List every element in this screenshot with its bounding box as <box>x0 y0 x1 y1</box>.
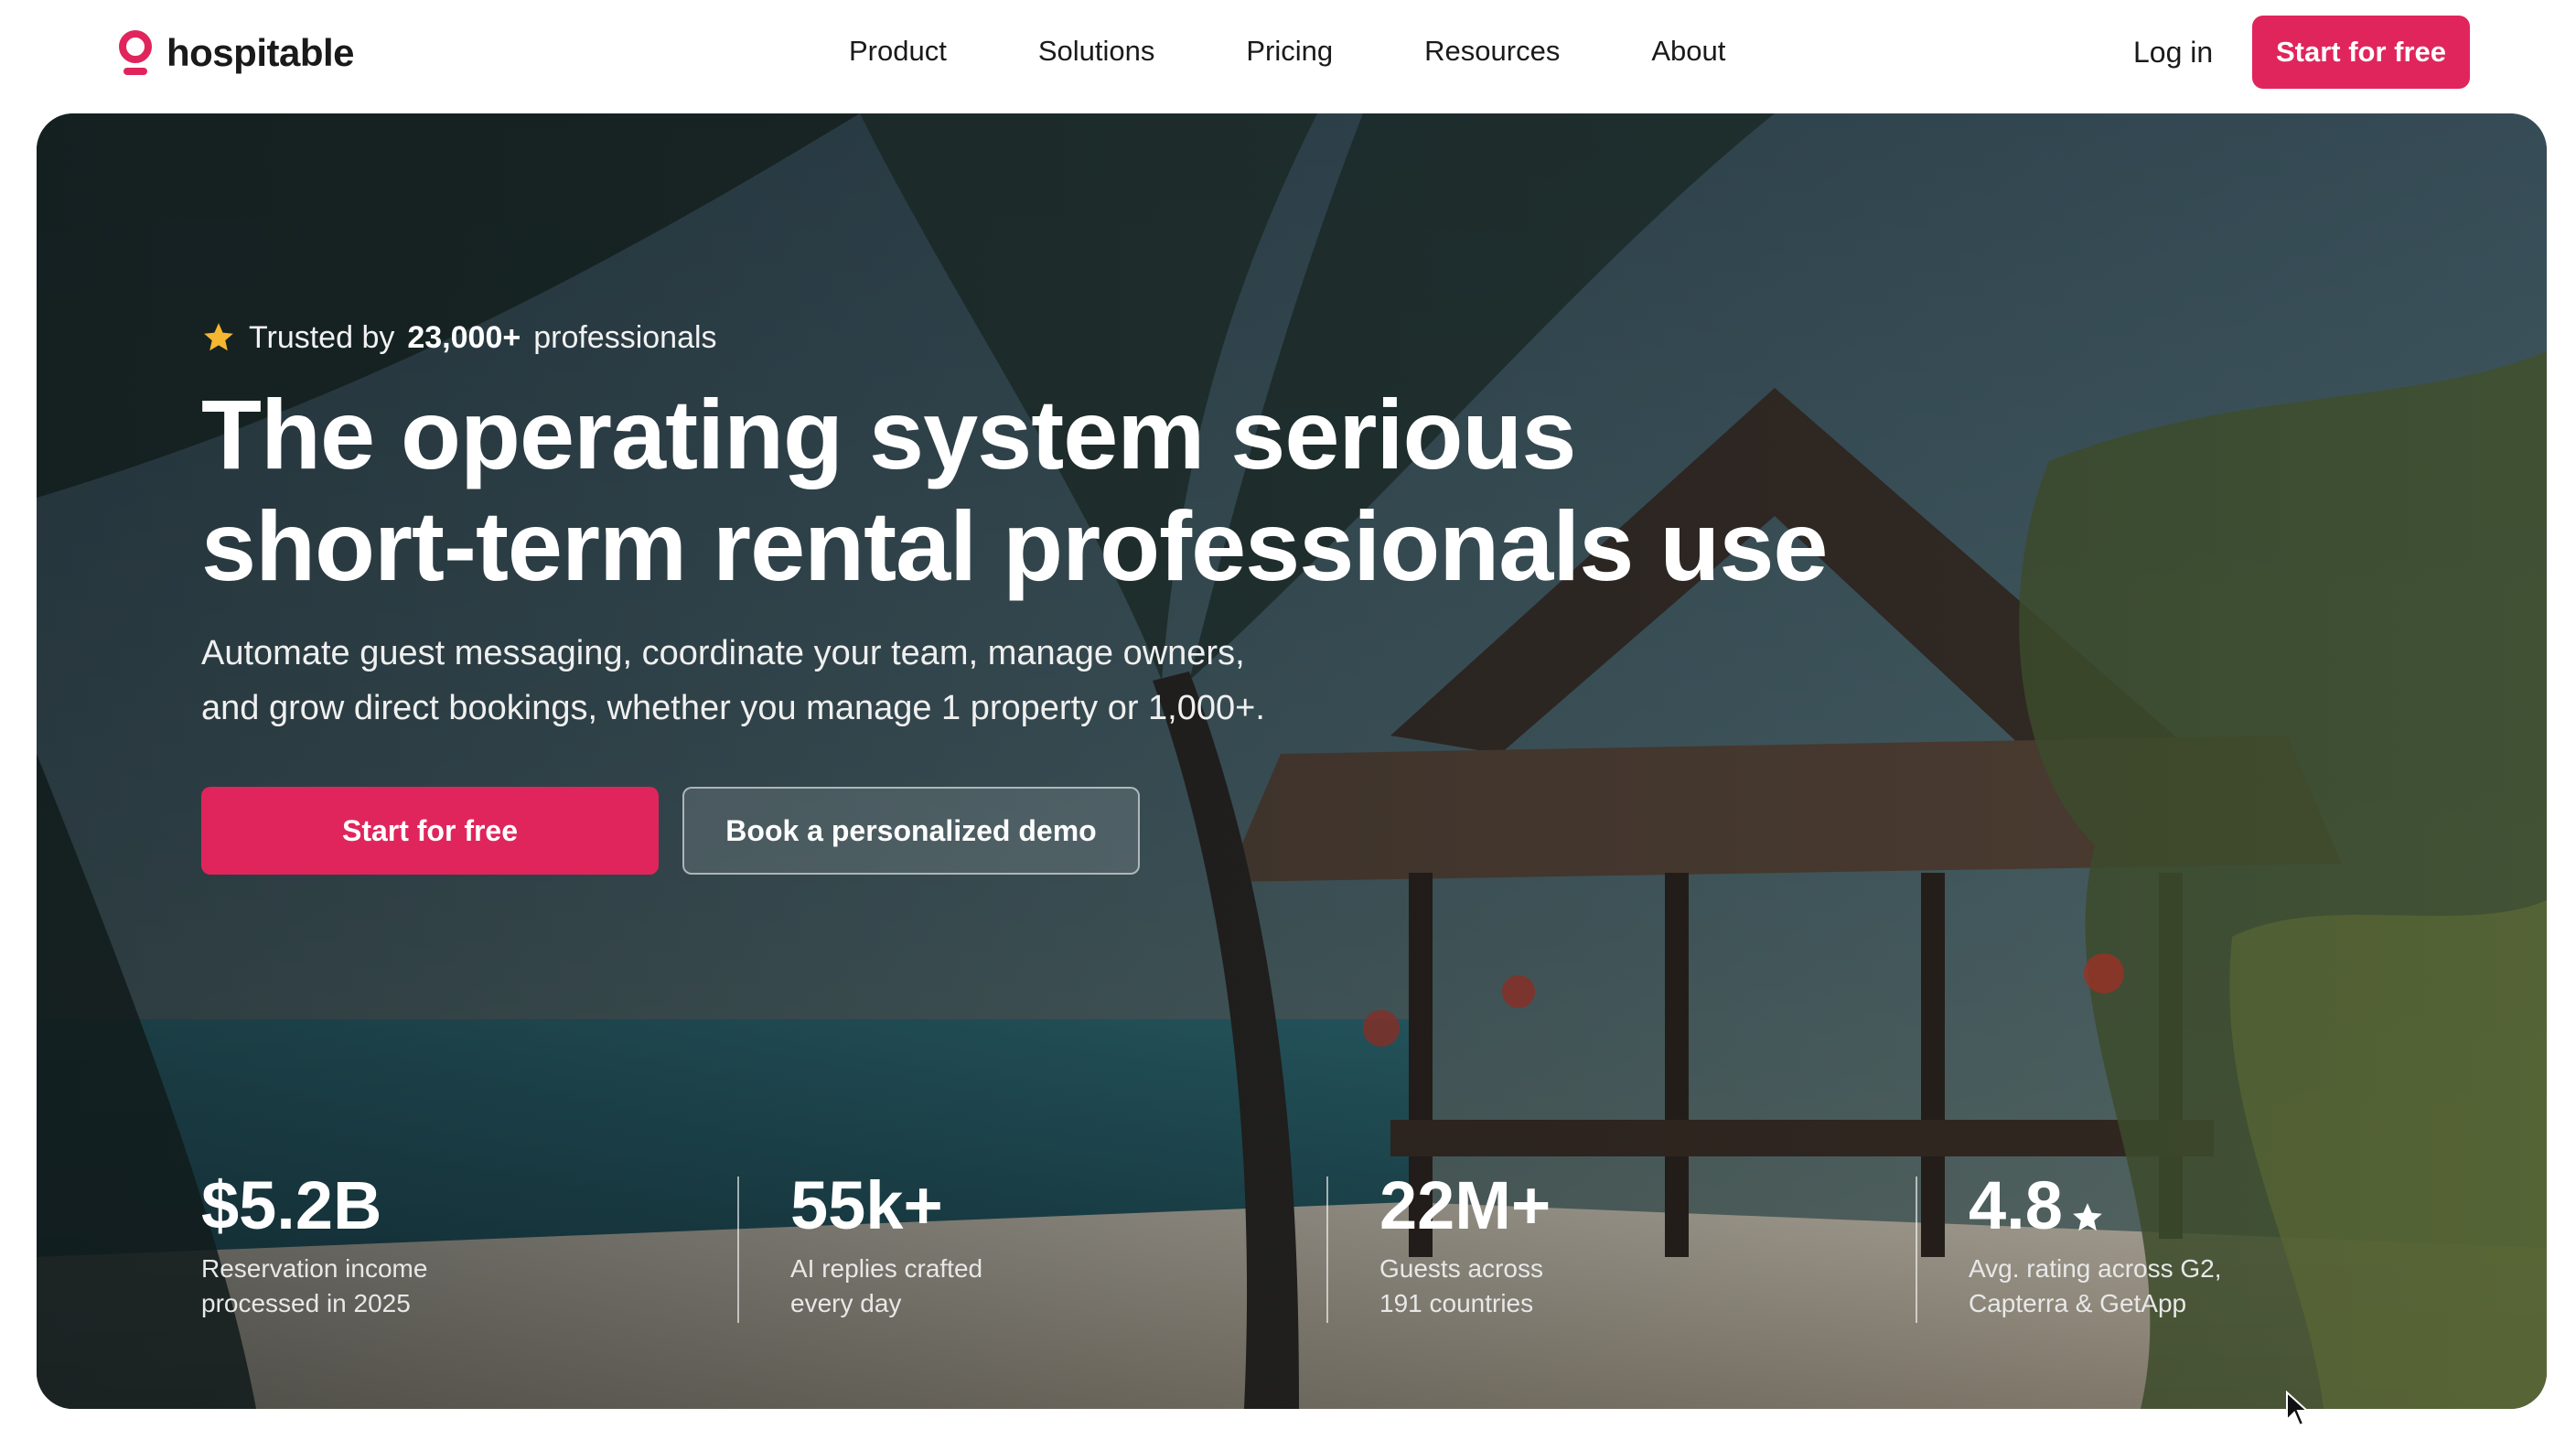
subhead-line-2: and grow direct bookings, whether you ma… <box>201 689 1265 727</box>
brand-name: hospitable <box>166 31 355 74</box>
stat-ai-replies: 55k+ AI replies crafted every day <box>790 1167 1303 1323</box>
book-demo-button[interactable]: Book a personalized demo <box>682 787 1140 875</box>
stat-label-line-2: processed in 2025 <box>201 1289 411 1317</box>
stat-label: AI replies crafted every day <box>790 1252 1175 1321</box>
stat-divider <box>1326 1177 1328 1323</box>
site-header: hospitable Product Solutions Pricing Res… <box>0 0 2576 113</box>
mouse-cursor-icon <box>2286 1391 2310 1427</box>
main-nav: Product Solutions Pricing Resources Abou… <box>849 27 1725 75</box>
nav-item-product[interactable]: Product <box>849 35 947 68</box>
trusted-prefix: Trusted by <box>249 319 395 355</box>
stat-value: 22M+ <box>1379 1167 1551 1243</box>
stat-label: Guests across 191 countries <box>1379 1252 1764 1321</box>
stat-divider <box>737 1177 739 1323</box>
stat-label: Reservation income processed in 2025 <box>201 1252 585 1321</box>
stat-label: Avg. rating across G2, Capterra & GetApp <box>1969 1252 2353 1321</box>
trusted-suffix: professionals <box>533 319 717 355</box>
headline-line-2: short-term rental professionals use <box>201 490 1828 601</box>
hero-section: Trusted by 23,000+ professionals The ope… <box>37 113 2547 1409</box>
subhead-line-1: Automate guest messaging, coordinate you… <box>201 634 1245 672</box>
stat-rating: 4.8 Avg. rating across G2, Capterra & Ge… <box>1969 1167 2481 1323</box>
star-icon <box>2073 1203 2102 1231</box>
stat-guests: 22M+ Guests across 191 countries <box>1379 1167 1892 1323</box>
header-start-free-button[interactable]: Start for free <box>2252 16 2470 89</box>
hero-headline: The operating system serious short-term … <box>201 379 2031 602</box>
stat-value: 4.8 <box>1969 1167 2063 1243</box>
brand-logo[interactable]: hospitable <box>115 27 355 79</box>
hero-subheadline: Automate guest messaging, coordinate you… <box>201 626 1390 736</box>
stat-value: $5.2B <box>201 1167 382 1243</box>
start-free-button[interactable]: Start for free <box>201 787 659 875</box>
trusted-badge: Trusted by 23,000+ professionals <box>201 315 717 360</box>
stats-row: $5.2B Reservation income processed in 20… <box>201 1167 2397 1323</box>
stat-divider <box>1916 1177 1917 1323</box>
stat-value-wrap: 4.8 <box>1969 1167 2481 1244</box>
stat-label-line-1: Guests across <box>1379 1254 1543 1283</box>
nav-item-resources[interactable]: Resources <box>1424 35 1560 68</box>
stat-label-line-1: Reservation income <box>201 1254 428 1283</box>
stat-label-line-1: AI replies crafted <box>790 1254 983 1283</box>
headline-line-1: The operating system serious <box>201 379 1576 489</box>
login-link[interactable]: Log in <box>2133 29 2213 75</box>
logo-mark-icon <box>119 30 152 75</box>
stat-reservation-income: $5.2B Reservation income processed in 20… <box>201 1167 714 1323</box>
star-icon <box>204 323 233 351</box>
nav-item-about[interactable]: About <box>1651 35 1725 68</box>
stat-label-line-1: Avg. rating across G2, <box>1969 1254 2222 1283</box>
nav-item-solutions[interactable]: Solutions <box>1038 35 1155 68</box>
stat-label-line-2: every day <box>790 1289 902 1317</box>
stat-label-line-2: Capterra & GetApp <box>1969 1289 2187 1317</box>
trusted-count: 23,000+ <box>407 319 521 355</box>
stat-label-line-2: 191 countries <box>1379 1289 1534 1317</box>
stat-value: 55k+ <box>790 1167 943 1243</box>
nav-item-pricing[interactable]: Pricing <box>1246 35 1333 68</box>
